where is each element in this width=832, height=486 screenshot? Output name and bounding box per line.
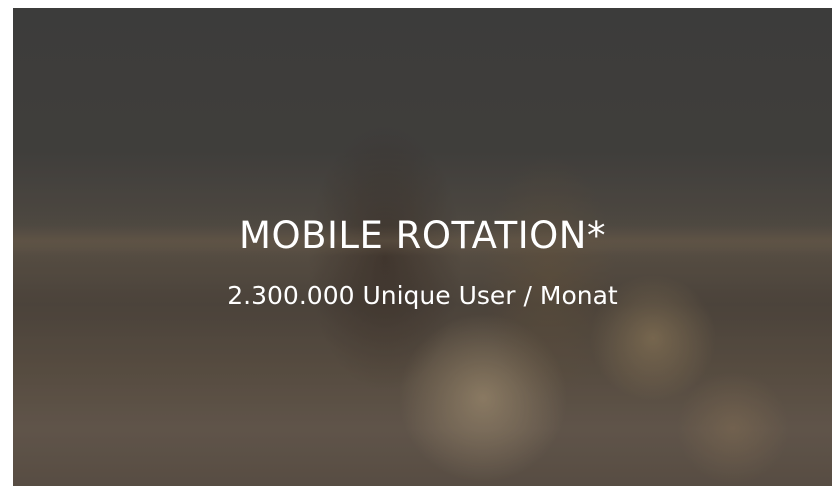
hero-title: MOBILE ROTATION* (239, 214, 606, 257)
hero-subtitle: 2.300.000 Unique User / Monat (227, 281, 618, 310)
hero-banner: MOBILE ROTATION* 2.300.000 Unique User /… (13, 8, 832, 486)
page: MOBILE ROTATION* 2.300.000 Unique User /… (0, 0, 832, 486)
